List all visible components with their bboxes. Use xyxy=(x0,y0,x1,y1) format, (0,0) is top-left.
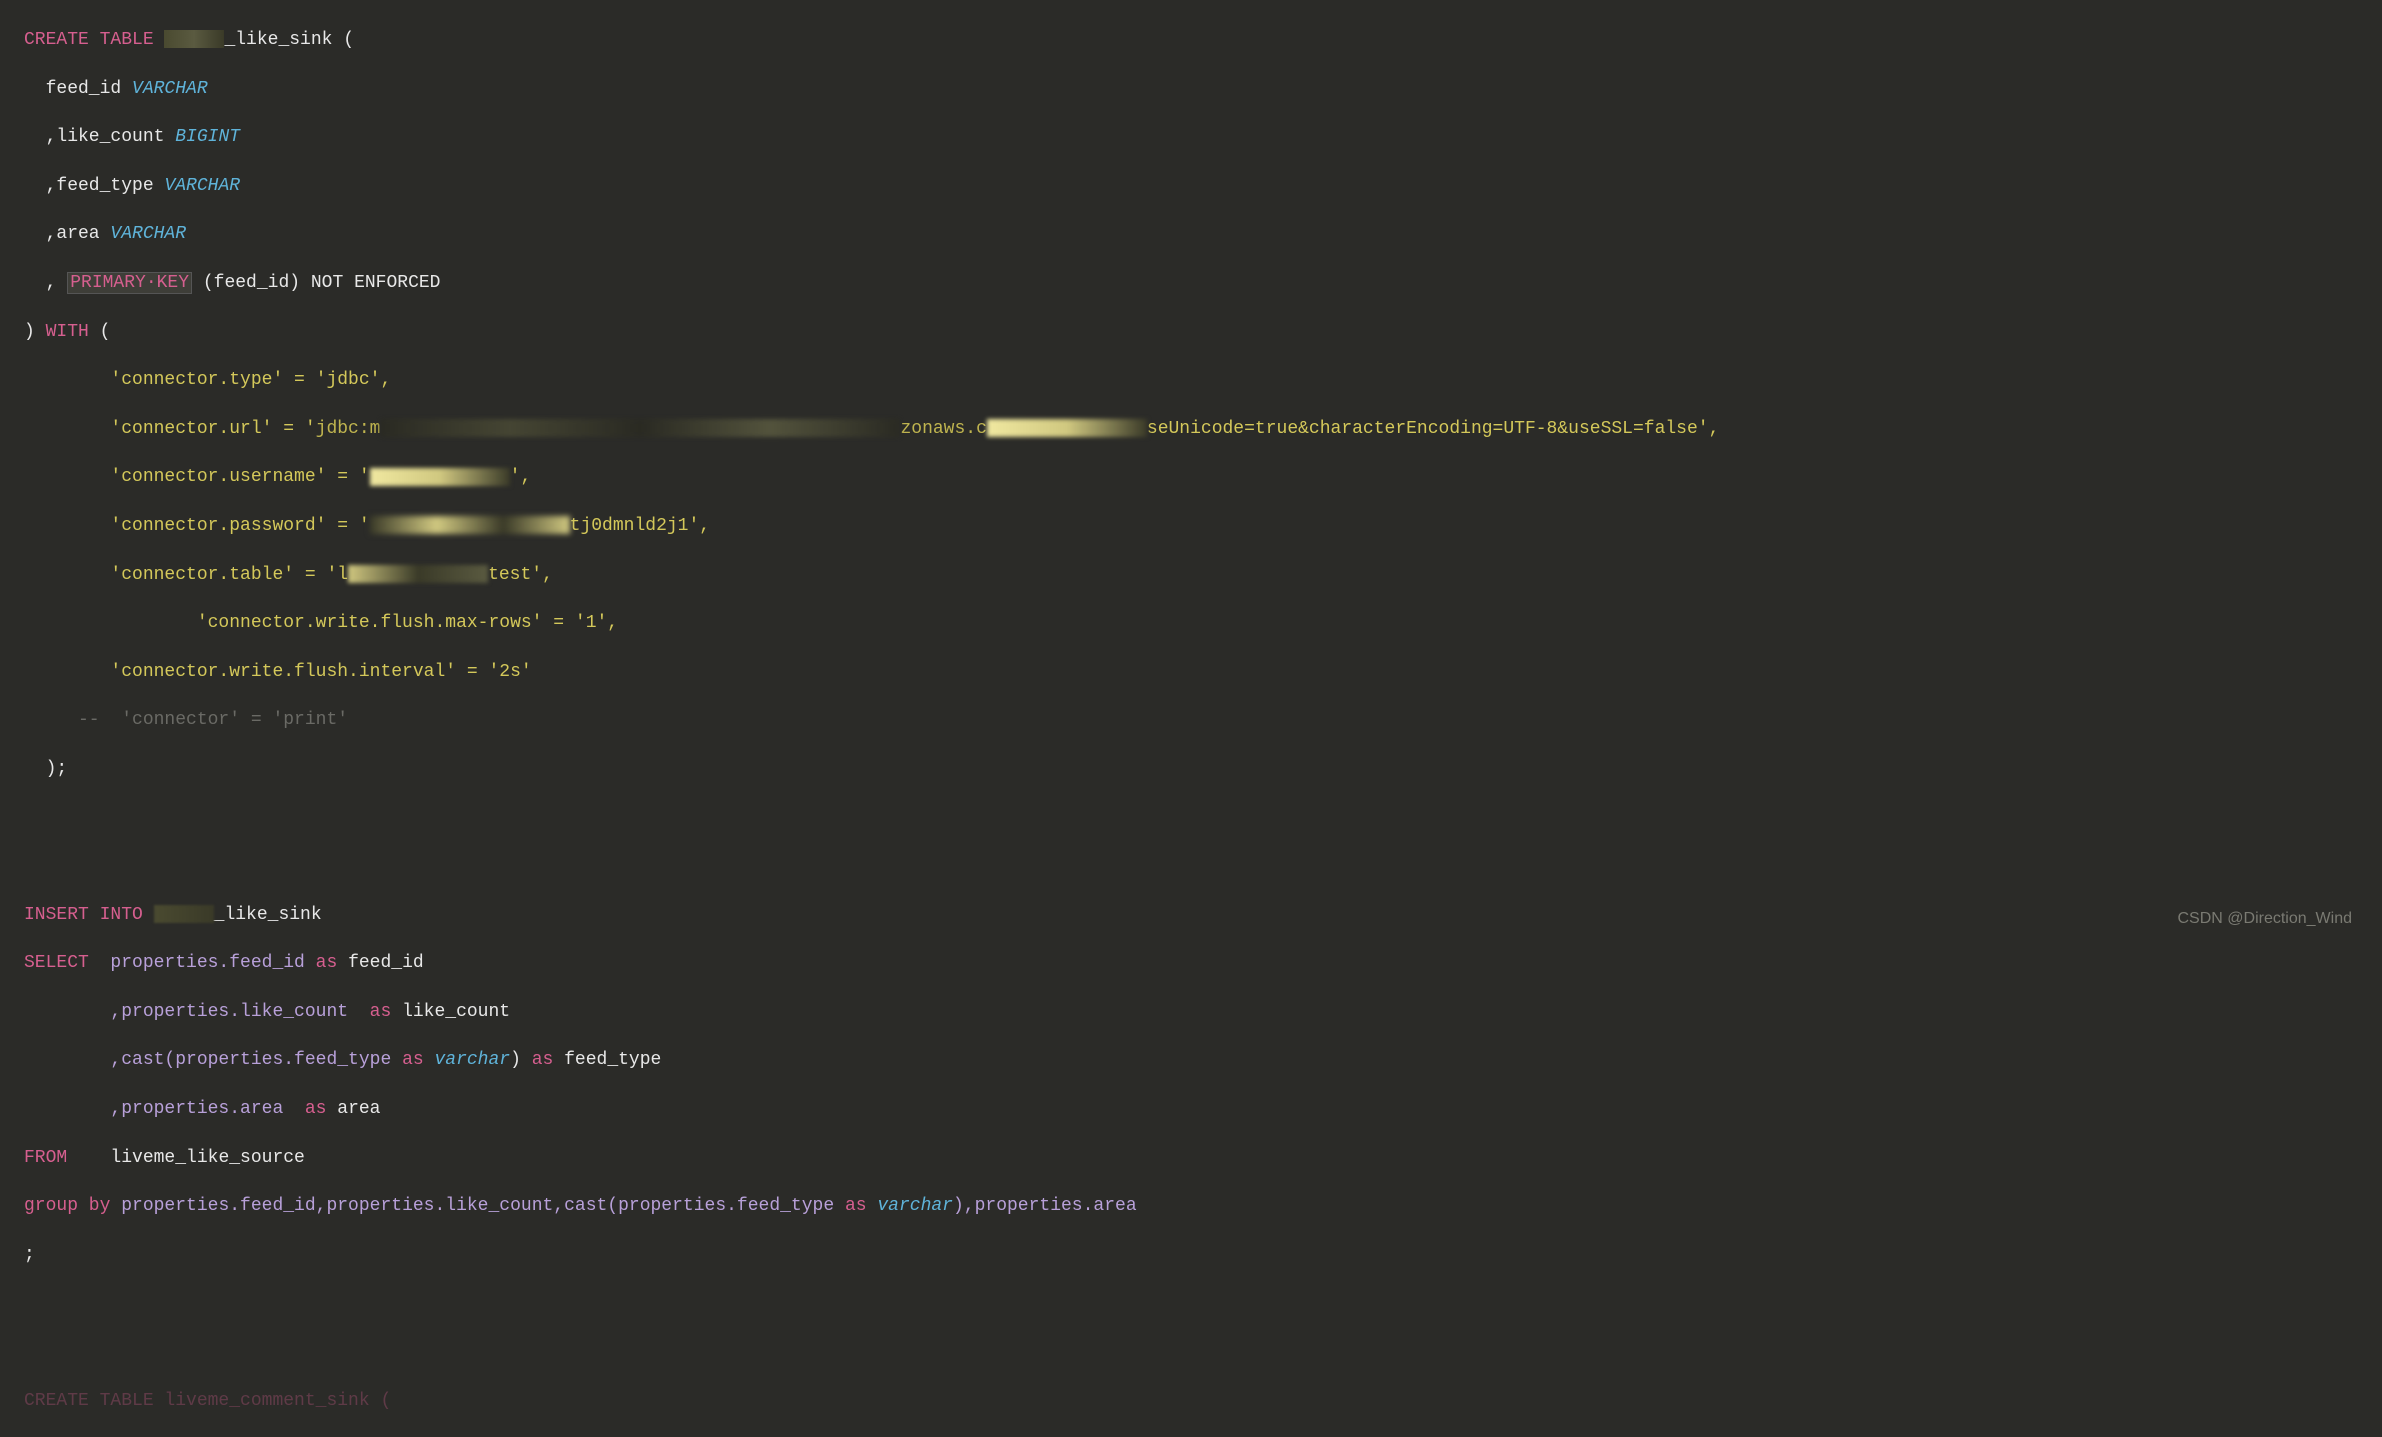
code-line: 'connector.write.flush.max-rows' = '1', xyxy=(24,611,2382,635)
code-line: feed_id VARCHAR xyxy=(24,77,2382,101)
code-line: 'connector.password' = 'tj0dmnld2j1', xyxy=(24,514,2382,538)
redacted-text xyxy=(348,565,488,583)
redacted-text xyxy=(987,419,1147,437)
code-line: CREATE TABLE liveme_comment_sink ( xyxy=(24,1389,2382,1413)
code-line: 'connector.type' = 'jdbc', xyxy=(24,368,2382,392)
redacted-text xyxy=(370,516,570,534)
code-line: ,properties.area as area xyxy=(24,1097,2382,1121)
code-line: ,like_count BIGINT xyxy=(24,125,2382,149)
code-line xyxy=(24,1340,2382,1364)
code-line: 'connector.table' = 'ltest', xyxy=(24,563,2382,587)
code-line: ,properties.like_count as like_count xyxy=(24,1000,2382,1024)
code-line: ,feed_type VARCHAR xyxy=(24,174,2382,198)
code-line: INSERT INTO _like_sink xyxy=(24,903,2382,927)
redacted-text xyxy=(164,30,224,48)
code-line xyxy=(24,806,2382,830)
code-line: FROM liveme_like_source xyxy=(24,1146,2382,1170)
code-line: ; xyxy=(24,1243,2382,1267)
code-line: 'connector.username' = '', xyxy=(24,465,2382,489)
redacted-text xyxy=(154,905,214,923)
redacted-text xyxy=(380,419,900,437)
code-line: ,cast(properties.feed_type as varchar) a… xyxy=(24,1048,2382,1072)
code-line: ) WITH ( xyxy=(24,320,2382,344)
code-editor: CREATE TABLE _like_sink ( feed_id VARCHA… xyxy=(24,28,2382,1437)
code-line: 'connector.write.flush.interval' = '2s' xyxy=(24,660,2382,684)
code-line: 'connector.url' = 'jdbc:mzonaws.cseUnico… xyxy=(24,417,2382,441)
redacted-text xyxy=(370,468,510,486)
code-line: group by properties.feed_id,properties.l… xyxy=(24,1194,2382,1218)
code-line: , PRIMARY·KEY (feed_id) NOT ENFORCED xyxy=(24,271,2382,295)
code-line: CREATE TABLE _like_sink ( xyxy=(24,28,2382,52)
code-line: -- 'connector' = 'print' xyxy=(24,708,2382,732)
code-line xyxy=(24,854,2382,878)
code-line: ,area VARCHAR xyxy=(24,222,2382,246)
code-line: SELECT properties.feed_id as feed_id xyxy=(24,951,2382,975)
watermark-text: CSDN @Direction_Wind xyxy=(2177,908,2352,930)
code-line xyxy=(24,1291,2382,1315)
code-line: ); xyxy=(24,757,2382,781)
